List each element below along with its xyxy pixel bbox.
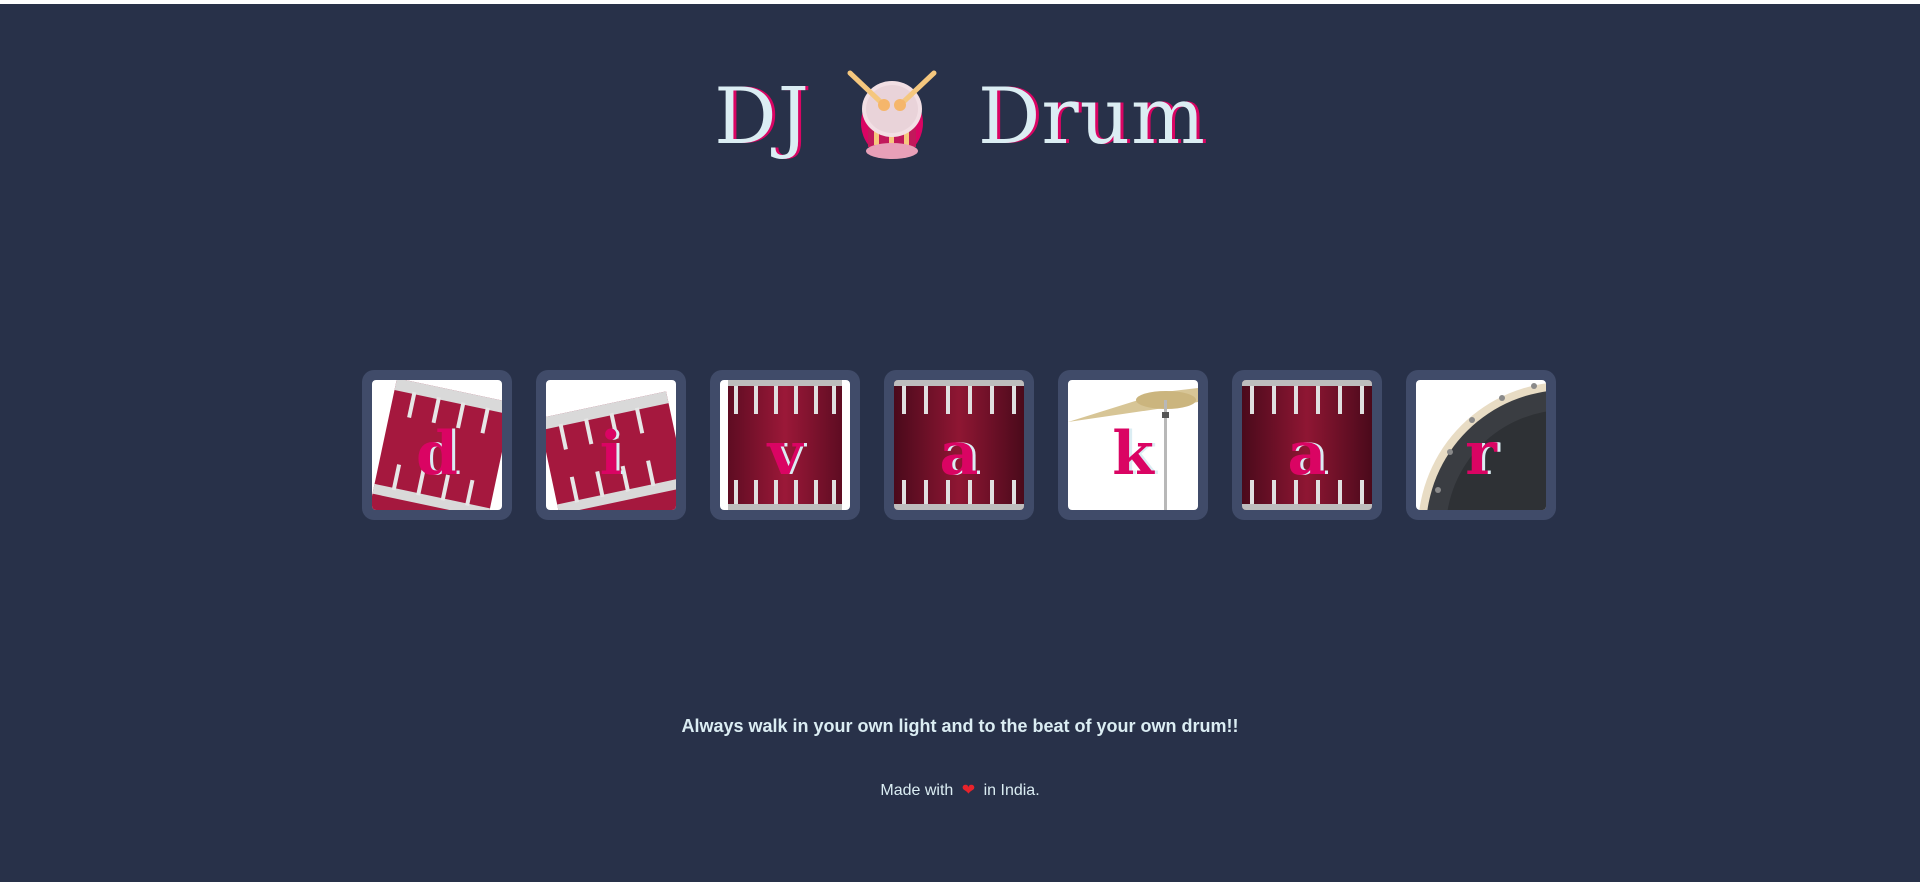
drum-set: d i v a k a r bbox=[362, 370, 1558, 520]
drum-face: v bbox=[720, 380, 850, 510]
drum-letter: d bbox=[416, 419, 458, 489]
title-dj: DJ bbox=[714, 72, 810, 162]
drum-face: a bbox=[894, 380, 1024, 510]
drum-letter: i bbox=[599, 419, 623, 489]
footer-suffix: in India. bbox=[983, 782, 1040, 799]
drum-letter: a bbox=[1287, 419, 1327, 489]
drum-face: k bbox=[1068, 380, 1198, 510]
drum-letter: k bbox=[1112, 419, 1154, 489]
drum-letter: v bbox=[767, 419, 803, 489]
drum-button-a-2[interactable]: a bbox=[1232, 370, 1382, 520]
footer-prefix: Made with bbox=[880, 782, 954, 799]
title-drum: Drum bbox=[977, 72, 1206, 162]
drum-button-r[interactable]: r bbox=[1406, 370, 1556, 520]
page-background: DJ Drum d i v a k a r Always walk in you… bbox=[0, 4, 1920, 882]
drum-logo-icon bbox=[847, 70, 937, 159]
drum-face: i bbox=[546, 380, 676, 510]
drum-button-a[interactable]: a bbox=[884, 370, 1034, 520]
page-title: DJ Drum bbox=[0, 62, 1920, 172]
drum-button-k[interactable]: k bbox=[1058, 370, 1208, 520]
drum-letter: a bbox=[939, 419, 979, 489]
drum-button-d[interactable]: d bbox=[362, 370, 512, 520]
drum-button-v[interactable]: v bbox=[710, 370, 860, 520]
footer: Made with ❤ in India. bbox=[0, 780, 1920, 800]
drum-face: d bbox=[372, 380, 502, 510]
drum-face: r bbox=[1416, 380, 1546, 510]
drum-letter: r bbox=[1465, 419, 1497, 489]
tagline: Always walk in your own light and to the… bbox=[681, 716, 1239, 736]
drum-button-i[interactable]: i bbox=[536, 370, 686, 520]
heart-icon: ❤ bbox=[961, 782, 976, 799]
drum-face: a bbox=[1242, 380, 1372, 510]
